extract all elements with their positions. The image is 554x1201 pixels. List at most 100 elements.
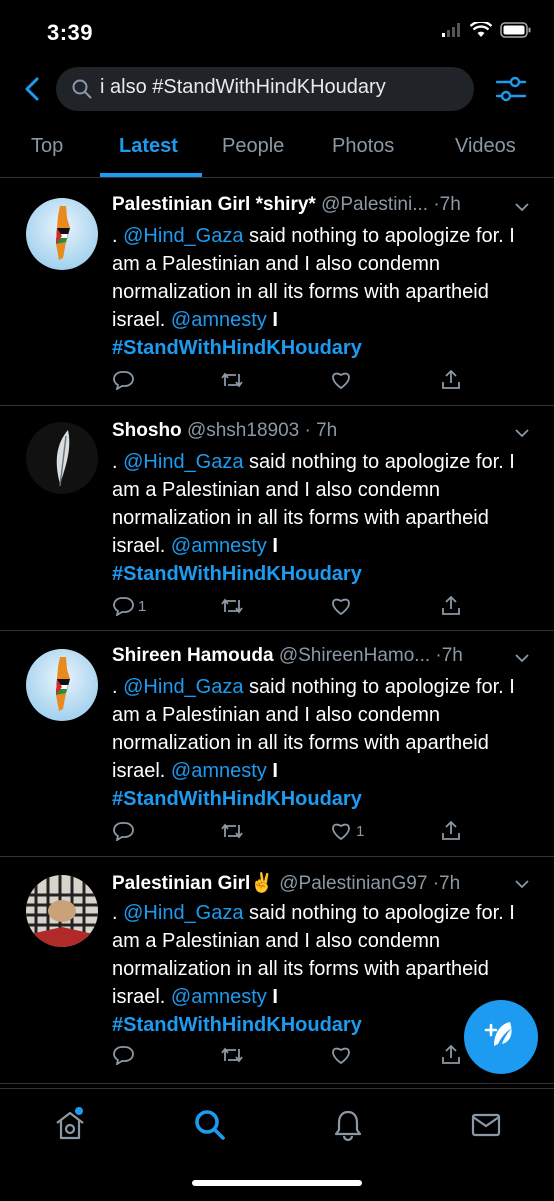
tab-videos[interactable]: Videos — [455, 135, 516, 158]
tweet[interactable]: Shosho @shsh18903 · 7h . @Hind_Gaza said… — [0, 406, 554, 631]
reply-button[interactable] — [112, 1045, 138, 1065]
search-icon — [195, 1110, 225, 1140]
author-handle[interactable]: @PalestinianG97 — [279, 873, 427, 894]
author-name[interactable]: Shireen Hamouda — [112, 645, 274, 666]
tweet[interactable]: Palestinian Girl *shiry* @Palestini... ·… — [0, 180, 554, 406]
retweet-button[interactable] — [220, 596, 244, 616]
like-count: 1 — [356, 822, 365, 840]
chevron-down-icon[interactable] — [514, 653, 530, 663]
author-handle[interactable]: @shsh18903 — [187, 420, 299, 441]
like-button[interactable] — [330, 370, 356, 390]
keffiyeh-image — [26, 875, 98, 947]
tweet-text: . @Hind_Gaza said nothing to apologize f… — [112, 673, 532, 813]
search-query: i also #StandWithHindKHoudary — [100, 76, 386, 98]
nav-explore[interactable] — [192, 1107, 228, 1148]
map-flag-image — [56, 206, 70, 260]
retweet-button[interactable] — [220, 1045, 244, 1065]
tweet[interactable]: Shireen Hamouda @ShireenHamo... ·7h . @H… — [0, 631, 554, 857]
avatar[interactable] — [26, 875, 98, 947]
author-name[interactable]: Palestinian Girl *shiry* — [112, 194, 316, 215]
hashtag-link[interactable]: #StandWithHindKHoudary — [112, 788, 362, 810]
mention-link[interactable]: @Hind_Gaza — [123, 902, 243, 924]
tab-latest[interactable]: Latest — [119, 135, 178, 158]
mention-link[interactable]: @amnesty — [171, 986, 267, 1008]
chevron-down-icon[interactable] — [514, 428, 530, 438]
retweet-icon — [221, 598, 243, 614]
author-handle[interactable]: @Palestini... — [321, 194, 428, 215]
map-flag-image — [56, 657, 70, 711]
wifi-icon — [470, 22, 492, 37]
text-segment: I — [266, 986, 278, 1008]
mention-link[interactable]: @amnesty — [171, 535, 267, 557]
text-segment: . — [112, 902, 124, 924]
like-button[interactable] — [330, 1045, 356, 1065]
reply-icon — [113, 371, 134, 390]
home-icon — [56, 1107, 84, 1140]
tweet-time: · 7h — [304, 420, 338, 441]
mention-link[interactable]: @amnesty — [171, 760, 267, 782]
text-segment: . — [112, 451, 124, 473]
like-button[interactable] — [330, 596, 356, 616]
tweet-header: Shireen Hamouda @ShireenHamo... ·7h — [112, 645, 532, 667]
avatar[interactable] — [26, 198, 98, 270]
hashtag-link[interactable]: #StandWithHindKHoudary — [112, 1014, 362, 1036]
tab-people[interactable]: People — [222, 135, 284, 158]
mention-link[interactable]: @Hind_Gaza — [123, 225, 243, 247]
text-segment: . — [112, 225, 124, 247]
nav-messages[interactable] — [468, 1107, 504, 1148]
reply-count: 1 — [138, 597, 147, 615]
tweet-text: . @Hind_Gaza said nothing to apologize f… — [112, 222, 532, 362]
retweet-icon — [221, 823, 243, 839]
retweet-icon — [221, 1047, 243, 1063]
nav-home[interactable] — [52, 1107, 88, 1148]
heart-icon — [332, 598, 350, 616]
reply-button[interactable] — [112, 370, 138, 390]
mention-link[interactable]: @amnesty — [171, 309, 267, 331]
avatar[interactable] — [26, 422, 98, 494]
reply-icon — [113, 822, 134, 841]
bell-icon — [334, 1110, 362, 1142]
mention-link[interactable]: @Hind_Gaza — [123, 676, 243, 698]
chevron-left-icon[interactable] — [18, 74, 48, 104]
mention-link[interactable]: @Hind_Gaza — [123, 451, 243, 473]
hashtag-link[interactable]: #StandWithHindKHoudary — [112, 563, 362, 585]
share-button[interactable] — [440, 370, 462, 390]
tweet-header: Palestinian Girl✌️ @PalestinianG97 ·7h — [112, 871, 532, 895]
filter-sliders-icon[interactable] — [494, 72, 528, 106]
text-segment: I — [266, 309, 278, 331]
battery-icon — [500, 22, 531, 38]
tab-top[interactable]: Top — [31, 135, 63, 158]
reply-button[interactable] — [112, 821, 138, 841]
share-button[interactable] — [440, 596, 462, 616]
heart-icon — [332, 823, 350, 841]
search-header: i also #StandWithHindKHoudary — [0, 60, 554, 120]
nav-notifications[interactable] — [330, 1107, 366, 1148]
status-time: 3:39 — [47, 20, 94, 45]
share-icon — [442, 596, 460, 615]
text-segment: I — [266, 535, 278, 557]
share-icon — [442, 821, 460, 840]
search-input[interactable]: i also #StandWithHindKHoudary — [56, 67, 474, 111]
author-name[interactable]: Shosho — [112, 420, 182, 441]
tweet-actions — [112, 370, 532, 400]
hashtag-link[interactable]: #StandWithHindKHoudary — [112, 337, 362, 359]
share-button[interactable] — [440, 821, 462, 841]
like-button[interactable]: 1 — [330, 821, 364, 841]
chevron-down-icon[interactable] — [514, 879, 530, 889]
active-tab-indicator — [100, 173, 202, 177]
retweet-button[interactable] — [220, 821, 244, 841]
status-icons — [442, 22, 532, 38]
author-name[interactable]: Palestinian Girl✌️ — [112, 873, 274, 894]
avatar[interactable] — [26, 649, 98, 721]
tab-photos[interactable]: Photos — [332, 135, 394, 158]
reply-icon — [113, 597, 134, 616]
search-tabs: Top Latest People Photos Videos — [0, 125, 554, 178]
reply-button[interactable]: 1 — [112, 596, 146, 616]
compose-tweet-button[interactable] — [464, 1000, 538, 1074]
tweet-header: Palestinian Girl *shiry* @Palestini... ·… — [112, 194, 532, 216]
chevron-down-icon[interactable] — [514, 202, 530, 212]
share-button[interactable] — [440, 1045, 462, 1065]
share-icon — [442, 370, 460, 389]
retweet-button[interactable] — [220, 370, 244, 390]
author-handle[interactable]: @ShireenHamo... — [279, 645, 430, 666]
